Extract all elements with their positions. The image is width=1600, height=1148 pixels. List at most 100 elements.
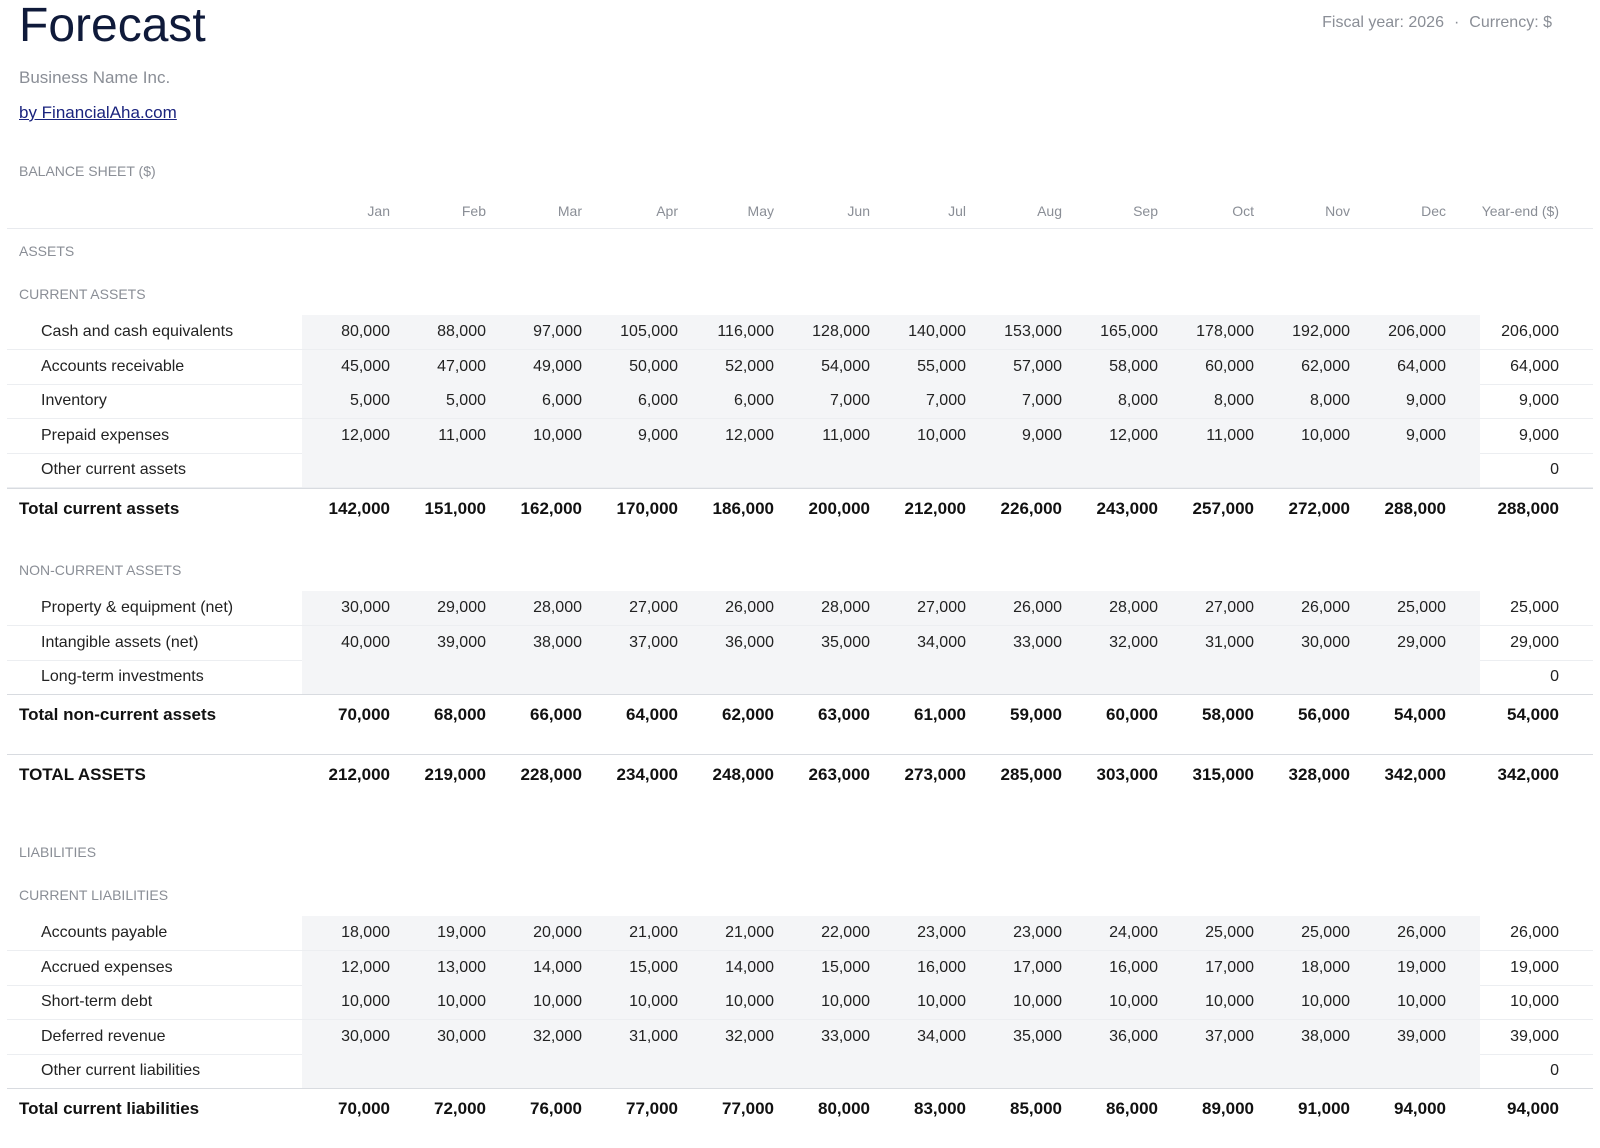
value-cell[interactable]: 192,000 xyxy=(1292,323,1350,341)
value-cell[interactable]: 37,000 xyxy=(629,634,678,652)
value-cell[interactable]: 36,000 xyxy=(725,634,774,652)
value-cell[interactable]: 36,000 xyxy=(1109,1028,1158,1046)
value-cell[interactable]: 9,000 xyxy=(1519,392,1559,410)
value-cell[interactable]: 5,000 xyxy=(446,392,486,410)
value-cell[interactable]: 10,000 xyxy=(1109,993,1158,1011)
value-cell[interactable]: 8,000 xyxy=(1310,392,1350,410)
value-cell[interactable]: 6,000 xyxy=(542,392,582,410)
value-cell[interactable]: 35,000 xyxy=(1013,1028,1062,1046)
value-cell[interactable]: 32,000 xyxy=(1109,634,1158,652)
value-cell[interactable]: 13,000 xyxy=(437,959,486,977)
value-cell[interactable]: 34,000 xyxy=(917,634,966,652)
value-cell[interactable]: 9,000 xyxy=(1406,427,1446,445)
value-cell[interactable]: 26,000 xyxy=(1301,599,1350,617)
value-cell[interactable]: 45,000 xyxy=(341,358,390,376)
value-cell[interactable]: 21,000 xyxy=(725,924,774,942)
value-cell[interactable]: 10,000 xyxy=(629,993,678,1011)
value-cell[interactable]: 25,000 xyxy=(1301,924,1350,942)
value-cell[interactable]: 33,000 xyxy=(821,1028,870,1046)
value-cell[interactable]: 23,000 xyxy=(917,924,966,942)
value-cell[interactable]: 30,000 xyxy=(341,1028,390,1046)
value-cell[interactable]: 30,000 xyxy=(341,599,390,617)
value-cell[interactable]: 28,000 xyxy=(1109,599,1158,617)
value-cell[interactable]: 12,000 xyxy=(341,959,390,977)
value-cell[interactable]: 30,000 xyxy=(437,1028,486,1046)
value-cell[interactable]: 64,000 xyxy=(1510,358,1559,376)
value-cell[interactable]: 153,000 xyxy=(1004,323,1062,341)
value-cell[interactable]: 105,000 xyxy=(620,323,678,341)
value-cell[interactable]: 27,000 xyxy=(1205,599,1254,617)
value-cell[interactable]: 10,000 xyxy=(917,993,966,1011)
value-cell[interactable]: 29,000 xyxy=(1397,634,1446,652)
value-cell[interactable]: 14,000 xyxy=(725,959,774,977)
value-cell[interactable]: 10,000 xyxy=(725,993,774,1011)
value-cell[interactable]: 30,000 xyxy=(1301,634,1350,652)
value-cell[interactable]: 32,000 xyxy=(533,1028,582,1046)
value-cell[interactable]: 10,000 xyxy=(533,427,582,445)
value-cell[interactable]: 31,000 xyxy=(629,1028,678,1046)
value-cell[interactable]: 58,000 xyxy=(1109,358,1158,376)
value-cell[interactable]: 39,000 xyxy=(437,634,486,652)
value-cell[interactable]: 29,000 xyxy=(1510,634,1559,652)
value-cell[interactable]: 26,000 xyxy=(1510,924,1559,942)
value-cell[interactable]: 38,000 xyxy=(1301,1028,1350,1046)
value-cell[interactable]: 9,000 xyxy=(638,427,678,445)
value-cell[interactable]: 25,000 xyxy=(1510,599,1559,617)
value-cell[interactable]: 19,000 xyxy=(1510,959,1559,977)
value-cell[interactable]: 16,000 xyxy=(1109,959,1158,977)
value-cell[interactable]: 18,000 xyxy=(1301,959,1350,977)
value-cell[interactable]: 10,000 xyxy=(917,427,966,445)
value-cell[interactable]: 17,000 xyxy=(1205,959,1254,977)
value-cell[interactable]: 33,000 xyxy=(1013,634,1062,652)
value-cell[interactable]: 60,000 xyxy=(1205,358,1254,376)
value-cell[interactable]: 19,000 xyxy=(1397,959,1446,977)
value-cell[interactable]: 18,000 xyxy=(341,924,390,942)
value-cell[interactable]: 10,000 xyxy=(1301,427,1350,445)
value-cell[interactable]: 9,000 xyxy=(1519,427,1559,445)
value-cell[interactable]: 39,000 xyxy=(1510,1028,1559,1046)
value-cell[interactable]: 165,000 xyxy=(1100,323,1158,341)
value-cell[interactable]: 10,000 xyxy=(341,993,390,1011)
financialaha-link[interactable]: by FinancialAha.com xyxy=(19,103,177,123)
value-cell[interactable]: 10,000 xyxy=(533,993,582,1011)
value-cell[interactable]: 32,000 xyxy=(725,1028,774,1046)
value-cell[interactable]: 11,000 xyxy=(822,427,870,445)
value-cell[interactable]: 12,000 xyxy=(341,427,390,445)
value-cell[interactable]: 17,000 xyxy=(1013,959,1062,977)
value-cell[interactable]: 26,000 xyxy=(725,599,774,617)
value-cell[interactable]: 9,000 xyxy=(1406,392,1446,410)
value-cell[interactable]: 97,000 xyxy=(533,323,582,341)
value-cell[interactable]: 50,000 xyxy=(629,358,678,376)
value-cell[interactable]: 8,000 xyxy=(1118,392,1158,410)
value-cell[interactable]: 10,000 xyxy=(1397,993,1446,1011)
value-cell[interactable]: 11,000 xyxy=(438,427,486,445)
value-cell[interactable]: 57,000 xyxy=(1013,358,1062,376)
value-cell[interactable]: 25,000 xyxy=(1205,924,1254,942)
value-cell[interactable]: 24,000 xyxy=(1109,924,1158,942)
value-cell[interactable]: 25,000 xyxy=(1397,599,1446,617)
value-cell[interactable]: 52,000 xyxy=(725,358,774,376)
value-cell[interactable]: 8,000 xyxy=(1214,392,1254,410)
value-cell[interactable]: 34,000 xyxy=(917,1028,966,1046)
value-cell[interactable]: 7,000 xyxy=(830,392,870,410)
value-cell[interactable]: 5,000 xyxy=(350,392,390,410)
value-cell[interactable]: 7,000 xyxy=(926,392,966,410)
value-cell[interactable]: 38,000 xyxy=(533,634,582,652)
value-cell[interactable]: 35,000 xyxy=(821,634,870,652)
value-cell[interactable]: 11,000 xyxy=(1206,427,1254,445)
value-cell[interactable]: 49,000 xyxy=(533,358,582,376)
value-cell[interactable]: 55,000 xyxy=(917,358,966,376)
value-cell[interactable]: 0 xyxy=(1550,1062,1559,1080)
value-cell[interactable]: 26,000 xyxy=(1013,599,1062,617)
value-cell[interactable]: 10,000 xyxy=(821,993,870,1011)
value-cell[interactable]: 0 xyxy=(1550,461,1559,479)
value-cell[interactable]: 15,000 xyxy=(821,959,870,977)
value-cell[interactable]: 39,000 xyxy=(1397,1028,1446,1046)
value-cell[interactable]: 128,000 xyxy=(812,323,870,341)
value-cell[interactable]: 27,000 xyxy=(629,599,678,617)
value-cell[interactable]: 6,000 xyxy=(734,392,774,410)
value-cell[interactable]: 15,000 xyxy=(629,959,678,977)
value-cell[interactable]: 10,000 xyxy=(1205,993,1254,1011)
value-cell[interactable]: 40,000 xyxy=(341,634,390,652)
value-cell[interactable]: 9,000 xyxy=(1022,427,1062,445)
